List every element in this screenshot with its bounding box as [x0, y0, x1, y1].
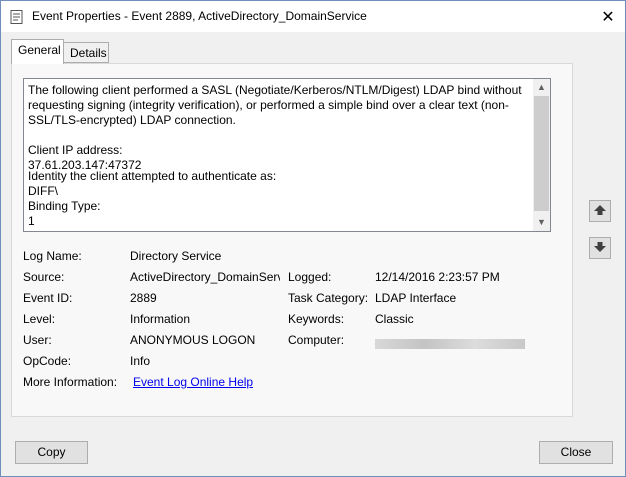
- binding-type-label: Binding Type:: [28, 199, 101, 213]
- window-title: Event Properties - Event 2889, ActiveDir…: [32, 9, 367, 23]
- identity-value: DIFF\: [28, 184, 528, 199]
- next-event-button[interactable]: [589, 237, 611, 259]
- tab-details[interactable]: Details: [64, 42, 109, 63]
- source-value: ActiveDirectory_DomainServ: [130, 270, 280, 284]
- scroll-up-icon[interactable]: ▲: [533, 79, 550, 96]
- identity-label: Identity the client attempted to authent…: [28, 169, 277, 183]
- client-ip-label: Client IP address:: [28, 143, 123, 157]
- opcode-value: Info: [130, 354, 151, 368]
- arrow-down-icon: [593, 240, 607, 257]
- copy-button[interactable]: Copy: [15, 441, 88, 464]
- more-information-label: More Information:: [23, 375, 118, 389]
- opcode-label: OpCode:: [23, 354, 72, 368]
- identity-prefix: DIFF\: [28, 184, 58, 198]
- close-button[interactable]: Close: [539, 441, 613, 464]
- user-label: User:: [23, 333, 52, 347]
- event-description-text: The following client performed a SASL (N…: [28, 83, 528, 229]
- title-bar: Event Properties - Event 2889, ActiveDir…: [1, 1, 625, 32]
- tab-general[interactable]: General: [11, 39, 64, 64]
- previous-event-button[interactable]: [589, 200, 611, 222]
- computer-label: Computer:: [288, 333, 345, 347]
- arrow-up-icon: [593, 203, 607, 220]
- source-label: Source:: [23, 270, 65, 284]
- task-category-label: Task Category:: [288, 291, 369, 305]
- description-scrollbar[interactable]: ▲ ▼: [533, 79, 550, 231]
- redacted-computer-name: [375, 338, 525, 349]
- event-properties-window: Event Properties - Event 2889, ActiveDir…: [0, 0, 626, 477]
- user-value: ANONYMOUS LOGON: [130, 333, 256, 347]
- binding-type-value: 1: [28, 214, 35, 228]
- event-properties-icon: [10, 10, 24, 24]
- logged-label: Logged:: [288, 270, 332, 284]
- close-icon: ✕: [601, 8, 615, 26]
- logged-value: 12/14/2016 2:23:57 PM: [375, 270, 500, 284]
- computer-value: [375, 336, 525, 350]
- keywords-label: Keywords:: [288, 312, 345, 326]
- redacted-identity: [58, 186, 158, 198]
- event-log-online-help-link[interactable]: Event Log Online Help: [133, 375, 253, 389]
- close-window-button[interactable]: ✕: [591, 1, 625, 32]
- client-ip-value: 37.61.203.147:47372: [28, 158, 142, 169]
- log-name-value: Directory Service: [130, 249, 222, 263]
- log-name-label: Log Name:: [23, 249, 82, 263]
- description-line: requesting signing (integrity verificati…: [28, 98, 509, 112]
- scroll-thumb[interactable]: [534, 96, 549, 211]
- event-description-box[interactable]: The following client performed a SASL (N…: [23, 78, 551, 232]
- task-category-value: LDAP Interface: [375, 291, 457, 305]
- event-id-value: 2889: [130, 291, 157, 305]
- level-value: Information: [130, 312, 191, 326]
- event-id-label: Event ID:: [23, 291, 73, 305]
- scroll-down-icon[interactable]: ▼: [533, 214, 550, 231]
- level-label: Level:: [23, 312, 56, 326]
- keywords-value: Classic: [375, 312, 414, 326]
- description-line: SSL/TLS-encrypted) LDAP connection.: [28, 113, 236, 127]
- description-line: The following client performed a SASL (N…: [28, 83, 522, 97]
